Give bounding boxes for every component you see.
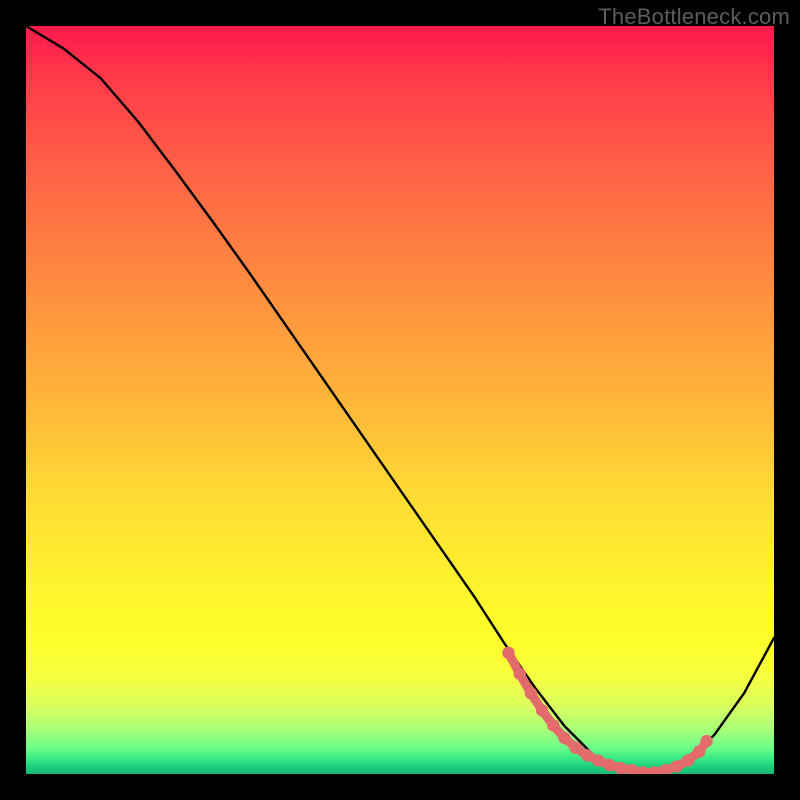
optimal-range-dot <box>592 754 604 766</box>
optimal-range-dot <box>513 668 525 680</box>
curve-layer <box>26 26 774 774</box>
optimal-range-dot <box>581 749 593 761</box>
bottleneck-curve <box>26 26 774 773</box>
optimal-range-dot <box>502 647 514 659</box>
optimal-range-dot <box>570 742 582 754</box>
plot-area <box>26 26 774 774</box>
chart-frame <box>26 26 774 774</box>
optimal-range-dot <box>558 732 570 744</box>
optimal-range-dot <box>614 762 626 774</box>
optimal-range-dot <box>700 735 712 747</box>
optimal-range-dot <box>536 704 548 716</box>
optimal-range-dot <box>525 687 537 699</box>
optimal-range-dot <box>682 754 694 766</box>
watermark-text: TheBottleneck.com <box>598 4 790 30</box>
optimal-range-dot <box>603 759 615 771</box>
optimal-range-dot <box>671 760 683 772</box>
chart-svg <box>26 26 774 774</box>
optimal-range-dots <box>502 647 713 774</box>
optimal-range-dot <box>547 719 559 731</box>
optimal-range-dot <box>693 745 705 757</box>
